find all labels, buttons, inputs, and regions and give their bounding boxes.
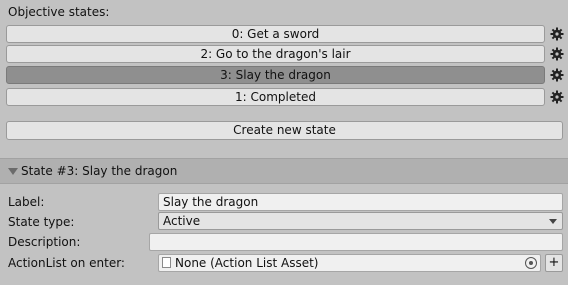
description-caption: Description: xyxy=(8,235,81,249)
state-button-slay-the-dragon[interactable]: 3: Slay the dragon xyxy=(6,66,545,84)
state-type-dropdown[interactable]: Active xyxy=(158,212,563,230)
state-panel-header[interactable]: State #3: Slay the dragon xyxy=(0,158,568,184)
state-button-completed[interactable]: 1: Completed xyxy=(6,88,545,106)
gear-icon[interactable] xyxy=(549,89,565,105)
description-field[interactable] xyxy=(149,233,563,251)
label-caption: Label: xyxy=(8,195,45,209)
gear-icon[interactable] xyxy=(549,26,565,42)
label-field[interactable]: Slay the dragon xyxy=(158,193,563,211)
objective-states-title: Objective states: xyxy=(8,5,110,19)
actionlist-caption: ActionList on enter: xyxy=(8,256,125,270)
state-type-caption: State type: xyxy=(8,215,75,229)
create-new-state-button[interactable]: Create new state xyxy=(6,121,563,140)
chevron-down-icon xyxy=(549,219,557,224)
state-type-value: Active xyxy=(163,214,201,228)
foldout-triangle-icon[interactable] xyxy=(8,168,18,175)
gear-icon[interactable] xyxy=(549,46,565,62)
actionlist-object-field[interactable]: None (Action List Asset) xyxy=(158,254,541,272)
state-panel-title: State #3: Slay the dragon xyxy=(21,164,178,178)
actionlist-value: None (Action List Asset) xyxy=(175,256,319,270)
document-icon xyxy=(162,257,171,268)
state-button-get-a-sword[interactable]: 0: Get a sword xyxy=(6,25,545,43)
state-button-go-to-lair[interactable]: 2: Go to the dragon's lair xyxy=(6,45,545,63)
object-picker-icon[interactable] xyxy=(525,257,537,269)
add-actionlist-button[interactable]: + xyxy=(545,254,563,272)
gear-icon[interactable] xyxy=(549,67,565,83)
